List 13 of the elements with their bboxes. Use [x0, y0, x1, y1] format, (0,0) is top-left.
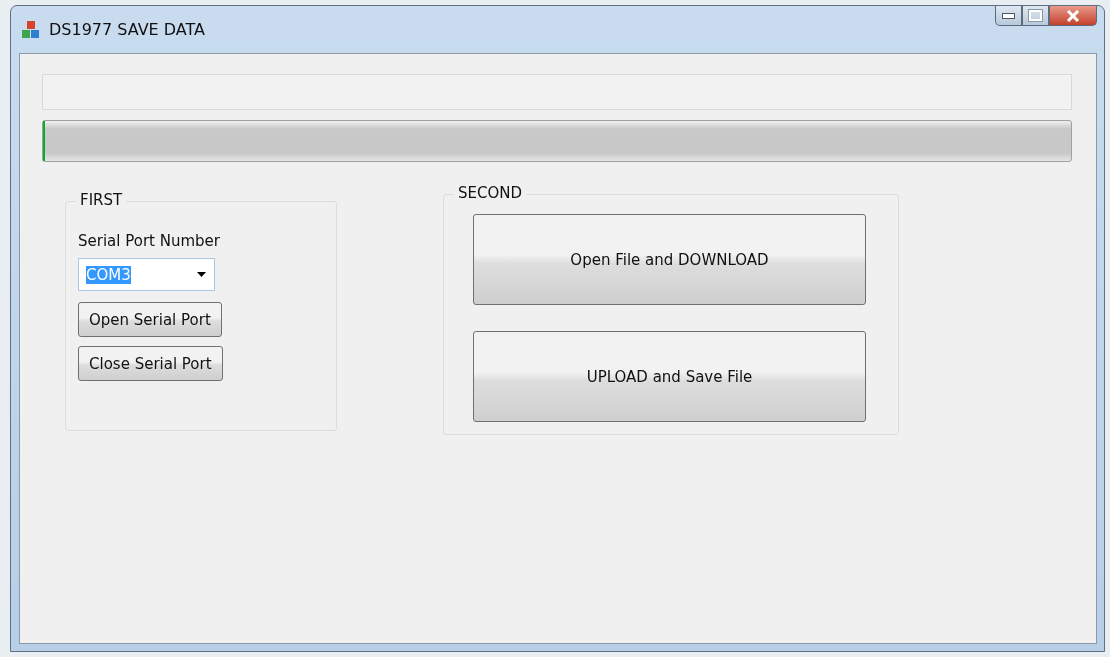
- maximize-button[interactable]: [1022, 6, 1049, 26]
- file-button[interactable]: UPLOAD and Save File: [473, 331, 866, 422]
- field-label: Serial Port Number: [78, 232, 220, 250]
- close-icon: [1066, 9, 1080, 22]
- file-button[interactable]: Open File and DOWNLOAD: [473, 214, 866, 305]
- cubes-icon: [21, 19, 41, 40]
- window-title: DS1977 SAVE DATA: [49, 20, 205, 39]
- close-button[interactable]: [1049, 6, 1097, 26]
- port-button[interactable]: Open Serial Port: [78, 302, 222, 337]
- text-field[interactable]: [42, 74, 1072, 110]
- caret-icon: [197, 272, 206, 277]
- minimize-button[interactable]: [995, 6, 1022, 26]
- port-button[interactable]: Close Serial Port: [78, 346, 223, 381]
